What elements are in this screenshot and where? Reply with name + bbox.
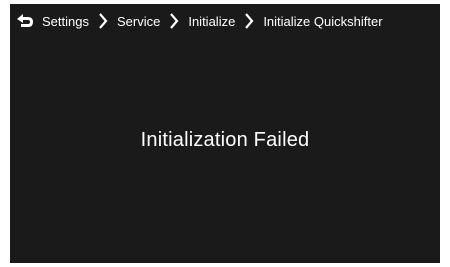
breadcrumb-item-initialize[interactable]: Initialize [188,14,235,29]
breadcrumb-item-service[interactable]: Service [117,14,160,29]
chevron-right-icon [242,13,256,29]
breadcrumb-item-initialize-quickshifter: Initialize Quickshifter [263,13,383,29]
breadcrumb: Settings Service Initialize Initialize Q… [10,4,440,38]
message-area: Initialization Failed [10,38,440,263]
chevron-right-icon [167,13,181,29]
status-message: Initialization Failed [140,129,310,151]
chevron-right-icon [96,13,110,29]
quickshifter-screen: Settings Service Initialize Initialize Q… [10,4,440,263]
back-arrow-icon[interactable] [14,10,36,32]
breadcrumb-item-settings[interactable]: Settings [42,14,89,29]
